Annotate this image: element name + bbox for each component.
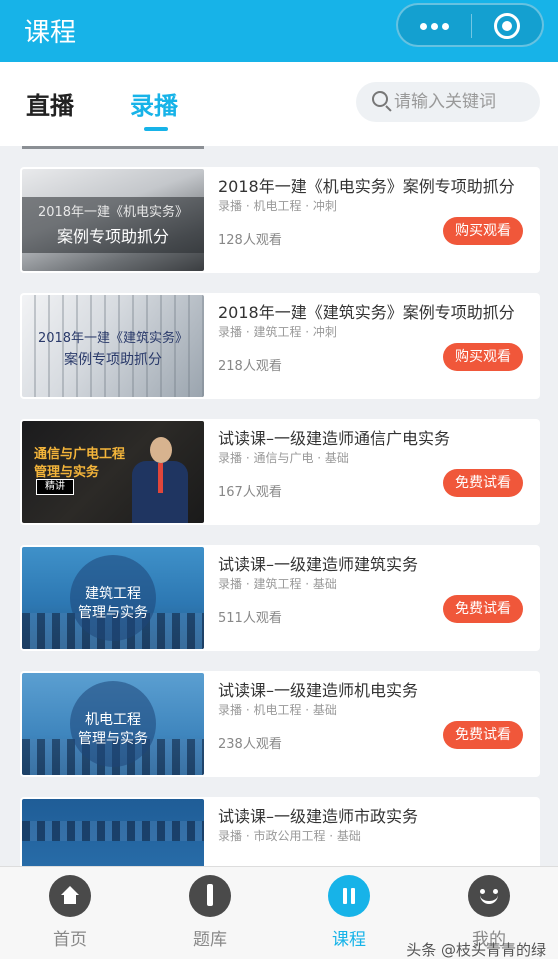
nav-label: 首页 xyxy=(53,930,87,950)
thumbnail-badge: 精讲 xyxy=(36,479,74,495)
course-title: 2018年一建《建筑实务》案例专项助抓分 xyxy=(218,303,515,322)
course-tags: 录播 · 机电工程 · 基础 xyxy=(218,703,337,717)
view-count: 128人观看 xyxy=(218,233,282,248)
course-title: 试读课–一级建造师建筑实务 xyxy=(218,555,419,574)
tab-live[interactable]: 直播 xyxy=(26,86,74,121)
thumbnail-caption: 管理与实务 xyxy=(78,605,148,621)
more-icon[interactable] xyxy=(420,23,450,31)
course-tags: 录播 · 建筑工程 · 基础 xyxy=(218,577,337,591)
previous-card-edge xyxy=(22,146,204,149)
course-title: 试读课–一级建造师机电实务 xyxy=(218,681,419,700)
course-title: 试读课–一级建造师市政实务 xyxy=(218,807,419,826)
course-title: 2018年一建《机电实务》案例专项助抓分 xyxy=(218,177,515,196)
nav-home[interactable]: 首页 xyxy=(30,875,110,951)
course-card[interactable]: 建筑工程 管理与实务 试读课–一级建造师建筑实务 录播 · 建筑工程 · 基础 … xyxy=(20,545,540,651)
view-count: 511人观看 xyxy=(218,611,282,626)
course-tags: 录播 · 通信与广电 · 基础 xyxy=(218,451,349,465)
search-box[interactable] xyxy=(356,82,540,122)
thumbnail-caption: 2018年一建《机电实务》 xyxy=(37,205,189,220)
nav-courses[interactable]: 课程 xyxy=(309,875,389,951)
nav-label: 题库 xyxy=(193,930,227,950)
course-tags: 录播 · 建筑工程 · 冲刺 xyxy=(218,325,337,339)
home-icon xyxy=(49,875,91,917)
buy-watch-button[interactable]: 购买观看 xyxy=(443,217,523,245)
free-preview-button[interactable]: 免费试看 xyxy=(443,721,523,749)
free-preview-button[interactable]: 免费试看 xyxy=(443,469,523,497)
course-thumbnail: 建筑工程 管理与实务 xyxy=(22,547,204,649)
course-card[interactable]: 机电工程 管理与实务 试读课–一级建造师机电实务 录播 · 机电工程 · 基础 … xyxy=(20,671,540,777)
app-header: 课程 xyxy=(0,0,558,62)
course-thumbnail xyxy=(22,799,204,866)
tab-bar: 直播 录播 xyxy=(0,62,558,146)
buy-watch-button[interactable]: 购买观看 xyxy=(443,343,523,371)
thumbnail-caption: 2018年一建《建筑实务》 xyxy=(37,331,189,346)
course-thumbnail: 2018年一建《机电实务》 案例专项助抓分 xyxy=(22,169,204,271)
thumbnail-caption: 管理与实务 xyxy=(34,465,100,480)
course-list[interactable]: 2018年一建《机电实务》 案例专项助抓分 2018年一建《机电实务》案例专项助… xyxy=(0,146,558,866)
pencil-icon xyxy=(189,875,231,917)
nav-question-bank[interactable]: 题库 xyxy=(170,875,250,951)
course-tags: 录播 · 市政公用工程 · 基础 xyxy=(218,829,361,843)
watermark: 头条 @枝头青青的绿 xyxy=(406,941,546,959)
thumbnail-caption: 案例专项助抓分 xyxy=(56,227,169,246)
course-card[interactable]: 2018年一建《机电实务》 案例专项助抓分 2018年一建《机电实务》案例专项助… xyxy=(20,167,540,273)
view-count: 238人观看 xyxy=(218,737,282,752)
thumbnail-caption: 管理与实务 xyxy=(78,731,148,747)
nav-label: 课程 xyxy=(332,930,366,950)
thumbnail-caption: 机电工程 xyxy=(85,712,141,728)
page-title: 课程 xyxy=(24,18,77,48)
smile-icon xyxy=(468,875,510,917)
search-icon xyxy=(372,91,388,107)
course-card[interactable]: 2018年一建《建筑实务》 案例专项助抓分 2018年一建《建筑实务》案例专项助… xyxy=(20,293,540,399)
thumbnail-caption: 建筑工程 xyxy=(85,586,141,602)
tab-recorded[interactable]: 录播 xyxy=(130,86,178,121)
course-card[interactable]: 试读课–一级建造师市政实务 录播 · 市政公用工程 · 基础 xyxy=(20,797,540,866)
view-count: 167人观看 xyxy=(218,485,282,500)
pause-icon xyxy=(328,875,370,917)
close-target-icon[interactable] xyxy=(494,13,520,39)
presenter-figure xyxy=(132,437,188,523)
active-tab-indicator xyxy=(144,127,168,131)
search-input[interactable] xyxy=(394,90,534,114)
thumbnail-caption: 案例专项助抓分 xyxy=(64,352,162,368)
course-thumbnail: 2018年一建《建筑实务》 案例专项助抓分 xyxy=(22,295,204,397)
course-card[interactable]: 通信与广电工程 管理与实务 精讲 试读课–一级建造师通信广电实务 录播 · 通信… xyxy=(20,419,540,525)
course-tags: 录播 · 机电工程 · 冲刺 xyxy=(218,199,337,213)
view-count: 218人观看 xyxy=(218,359,282,374)
course-thumbnail: 通信与广电工程 管理与实务 精讲 xyxy=(22,421,204,523)
course-title: 试读课–一级建造师通信广电实务 xyxy=(218,429,451,448)
miniprogram-capsule xyxy=(396,3,544,47)
thumbnail-caption: 通信与广电工程 xyxy=(34,447,126,462)
bottom-nav: 首页 题库 课程 我的 头条 @枝头青青的绿 xyxy=(0,866,558,959)
free-preview-button[interactable]: 免费试看 xyxy=(443,595,523,623)
capsule-divider xyxy=(471,14,472,38)
course-thumbnail: 机电工程 管理与实务 xyxy=(22,673,204,775)
